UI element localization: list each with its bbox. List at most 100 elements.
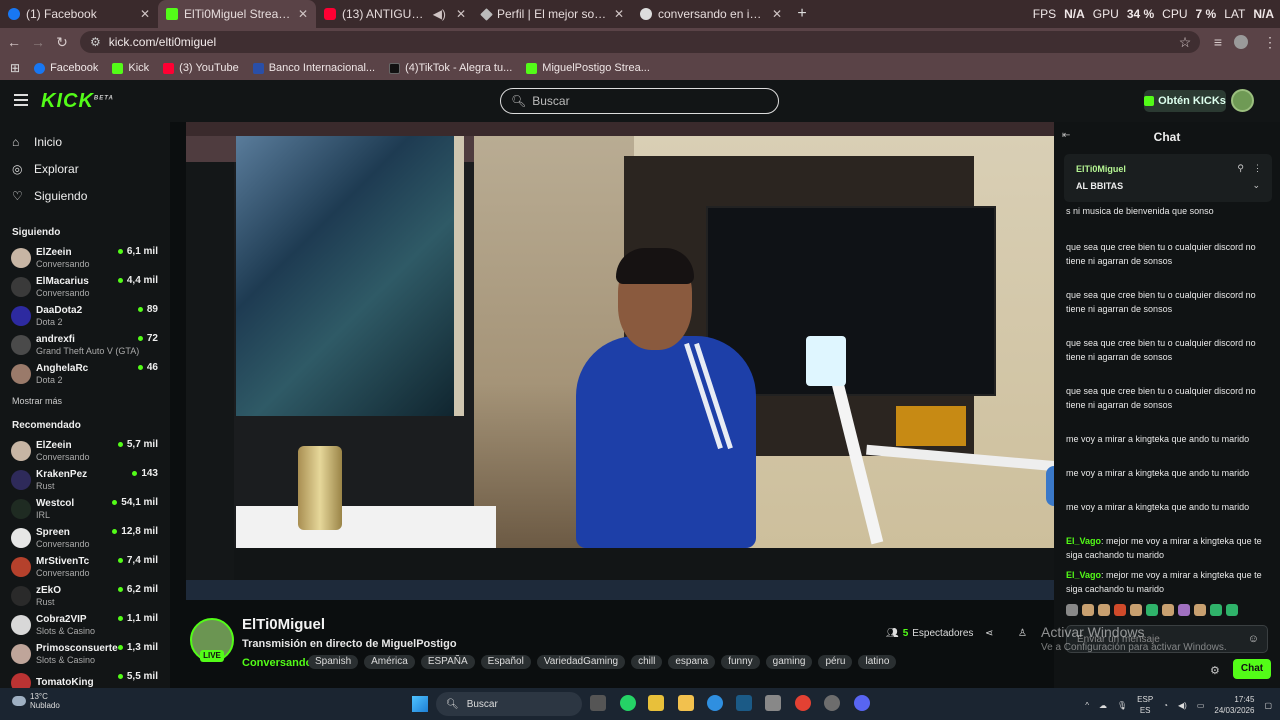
channel-item-spreen[interactable]: Spreen Conversando 12,8 mil — [0, 523, 170, 552]
new-tab-button[interactable]: + — [790, 5, 814, 23]
discord-icon[interactable] — [854, 695, 870, 711]
tab-google-search[interactable]: conversando en inglés - Buscar... ✕ — [632, 0, 790, 28]
bookmark-kick[interactable]: Kick — [112, 62, 149, 74]
emote-icon[interactable] — [1162, 604, 1174, 616]
channel-name[interactable]: ElTi0Miguel — [242, 616, 325, 633]
tab-kick-stream[interactable]: ElTi0Miguel Stream - Watch Live on Kick … — [158, 0, 316, 28]
reload-icon[interactable]: ↻ — [50, 34, 74, 51]
sidebar-item-explorar[interactable]: ◎ Explorar — [0, 155, 170, 182]
tag[interactable]: péru — [818, 655, 853, 669]
emote-icon[interactable] — [1194, 604, 1206, 616]
emote-icon[interactable] — [1130, 604, 1142, 616]
get-kicks-button[interactable]: Obtén KICKs — [1144, 90, 1226, 112]
forward-arrow-icon[interactable]: → — [26, 34, 50, 50]
channel-item-anghelarc[interactable]: AnghelaRc Dota 2 46 — [0, 359, 170, 388]
task-view-icon[interactable] — [590, 695, 606, 711]
taskbar-search[interactable]: 🔍︎ Buscar — [436, 692, 582, 716]
volume-icon[interactable]: ◀) — [1178, 701, 1187, 710]
back-arrow-icon[interactable]: ← — [2, 34, 26, 50]
steam-icon[interactable] — [736, 695, 752, 711]
browser-profile-avatar[interactable] — [1234, 35, 1248, 49]
tag[interactable]: chill — [631, 655, 663, 669]
send-chat-button[interactable]: Chat — [1233, 659, 1271, 679]
bookmark-tiktok[interactable]: (4)TikTok - Alegra tu... — [389, 62, 512, 74]
tag[interactable]: ESPAÑA — [420, 655, 475, 669]
channel-item-cobra2vip[interactable]: Cobra2VIP Slots & Casino 1,1 mil — [0, 610, 170, 639]
channel-item-krakenpez[interactable]: KrakenPez Rust 143 — [0, 465, 170, 494]
apps-grid-icon[interactable]: ⊞ — [10, 61, 20, 75]
language-indicator[interactable]: ESP ES — [1137, 694, 1153, 716]
tag[interactable]: espana — [668, 655, 716, 669]
file-explorer-icon[interactable] — [678, 695, 694, 711]
chevron-down-icon[interactable]: ⌄ — [1252, 180, 1260, 191]
emote-icon[interactable] — [1226, 604, 1238, 616]
close-icon[interactable]: ✕ — [298, 7, 308, 21]
kick-logo[interactable]: KICKBETA — [41, 90, 114, 113]
tag[interactable]: gaming — [765, 655, 813, 669]
pinned-message[interactable]: ElTi0Miguel AL BBITAS ⚲ ⋮ ⌄ — [1064, 154, 1272, 202]
chat-username[interactable]: El_Vago — [1066, 570, 1101, 580]
close-icon[interactable]: ✕ — [614, 7, 624, 21]
channel-item-elmacarius[interactable]: ElMacarius Conversando 4,4 mil — [0, 272, 170, 301]
weather-widget[interactable]: 13°C Nublado — [12, 692, 60, 710]
chevron-up-icon[interactable]: ^ — [1085, 701, 1089, 710]
follow-icon[interactable]: ♙ — [1018, 628, 1027, 639]
close-icon[interactable]: ✕ — [456, 7, 466, 21]
clock[interactable]: 17:45 24/03/2026 — [1214, 694, 1254, 716]
tab-youtube[interactable]: (13) ANTIGUO REGGAETON... ◀) ✕ — [316, 0, 474, 28]
tag[interactable]: latino — [858, 655, 897, 669]
show-more-link[interactable]: Mostrar más — [0, 388, 170, 412]
share-icon[interactable]: ⋖ — [985, 628, 993, 639]
channel-item-zeko[interactable]: zEkO Rust 6,2 mil — [0, 581, 170, 610]
channel-item-elzeein[interactable]: ElZeein Conversando 6,1 mil — [0, 243, 170, 272]
site-info-icon[interactable]: ⚙ — [90, 35, 101, 49]
bookmark-facebook[interactable]: Facebook — [34, 62, 98, 74]
channel-item-elzeein[interactable]: ElZeein Conversando 5,7 mil — [0, 436, 170, 465]
channel-item-daadota2[interactable]: DaaDota2 Dota 2 89 — [0, 301, 170, 330]
url-field[interactable]: ⚙ kick.com/elti0miguel — [80, 31, 1200, 53]
app-icon[interactable] — [648, 695, 664, 711]
emote-icon[interactable] — [1066, 604, 1078, 616]
pin-icon[interactable]: ⚲ — [1237, 163, 1244, 174]
close-icon[interactable]: ✕ — [140, 7, 150, 21]
avatar[interactable] — [1231, 89, 1254, 112]
chrome-icon[interactable] — [795, 695, 811, 711]
emote-icon[interactable] — [1146, 604, 1158, 616]
tab-perfil[interactable]: Perfil | El mejor software para p... ✕ — [474, 0, 632, 28]
whatsapp-icon[interactable] — [620, 695, 636, 711]
emote-icon[interactable] — [1082, 604, 1094, 616]
search-input[interactable]: 🔍︎ Buscar — [500, 88, 779, 114]
wifi-icon[interactable]: ◔ — [1163, 701, 1168, 710]
channel-item-primosconsuerte[interactable]: Primosconsuerte Slots & Casino 1,3 mil — [0, 639, 170, 668]
gear-icon[interactable]: ⚙ — [1210, 664, 1220, 677]
tag[interactable]: Spanish — [308, 655, 359, 669]
more-icon[interactable]: ⋮ — [1253, 163, 1262, 174]
emote-icon[interactable] — [1098, 604, 1110, 616]
onedrive-icon[interactable]: ☁ — [1099, 701, 1107, 710]
bookmark-youtube[interactable]: (3) YouTube — [163, 62, 239, 74]
windows-start-icon[interactable] — [412, 696, 428, 712]
emote-icon[interactable] — [1210, 604, 1222, 616]
tag[interactable]: América — [364, 655, 415, 669]
emote-icon[interactable] — [1178, 604, 1190, 616]
edge-icon[interactable] — [707, 695, 723, 711]
extensions-icon[interactable]: ≡ — [1206, 34, 1230, 50]
tag[interactable]: funny — [721, 655, 760, 669]
notification-icon[interactable]: ▢ — [1264, 701, 1272, 710]
stream-player[interactable] — [186, 122, 1054, 600]
stream-category[interactable]: Conversando — [242, 657, 312, 669]
store-icon[interactable] — [765, 695, 781, 711]
star-icon[interactable]: ☆ — [1173, 34, 1197, 51]
emote-icon[interactable] — [1114, 604, 1126, 616]
menu-dots-icon[interactable]: ⋮ — [1258, 34, 1280, 51]
tag[interactable]: VariedadGaming — [536, 655, 626, 669]
hamburger-menu-icon[interactable] — [14, 94, 28, 106]
close-icon[interactable]: ✕ — [772, 7, 782, 21]
chat-username[interactable]: El_Vago — [1066, 536, 1101, 546]
bookmark-miguelpostigo[interactable]: MiguelPostigo Strea... — [526, 62, 650, 74]
battery-icon[interactable]: ▭ — [1197, 701, 1205, 710]
emoji-icon[interactable]: ☺ — [1248, 633, 1259, 645]
bookmark-banco[interactable]: Banco Internacional... — [252, 62, 375, 74]
tag[interactable]: Español — [480, 655, 531, 669]
channel-item-westcol[interactable]: Westcol IRL 54,1 mil — [0, 494, 170, 523]
